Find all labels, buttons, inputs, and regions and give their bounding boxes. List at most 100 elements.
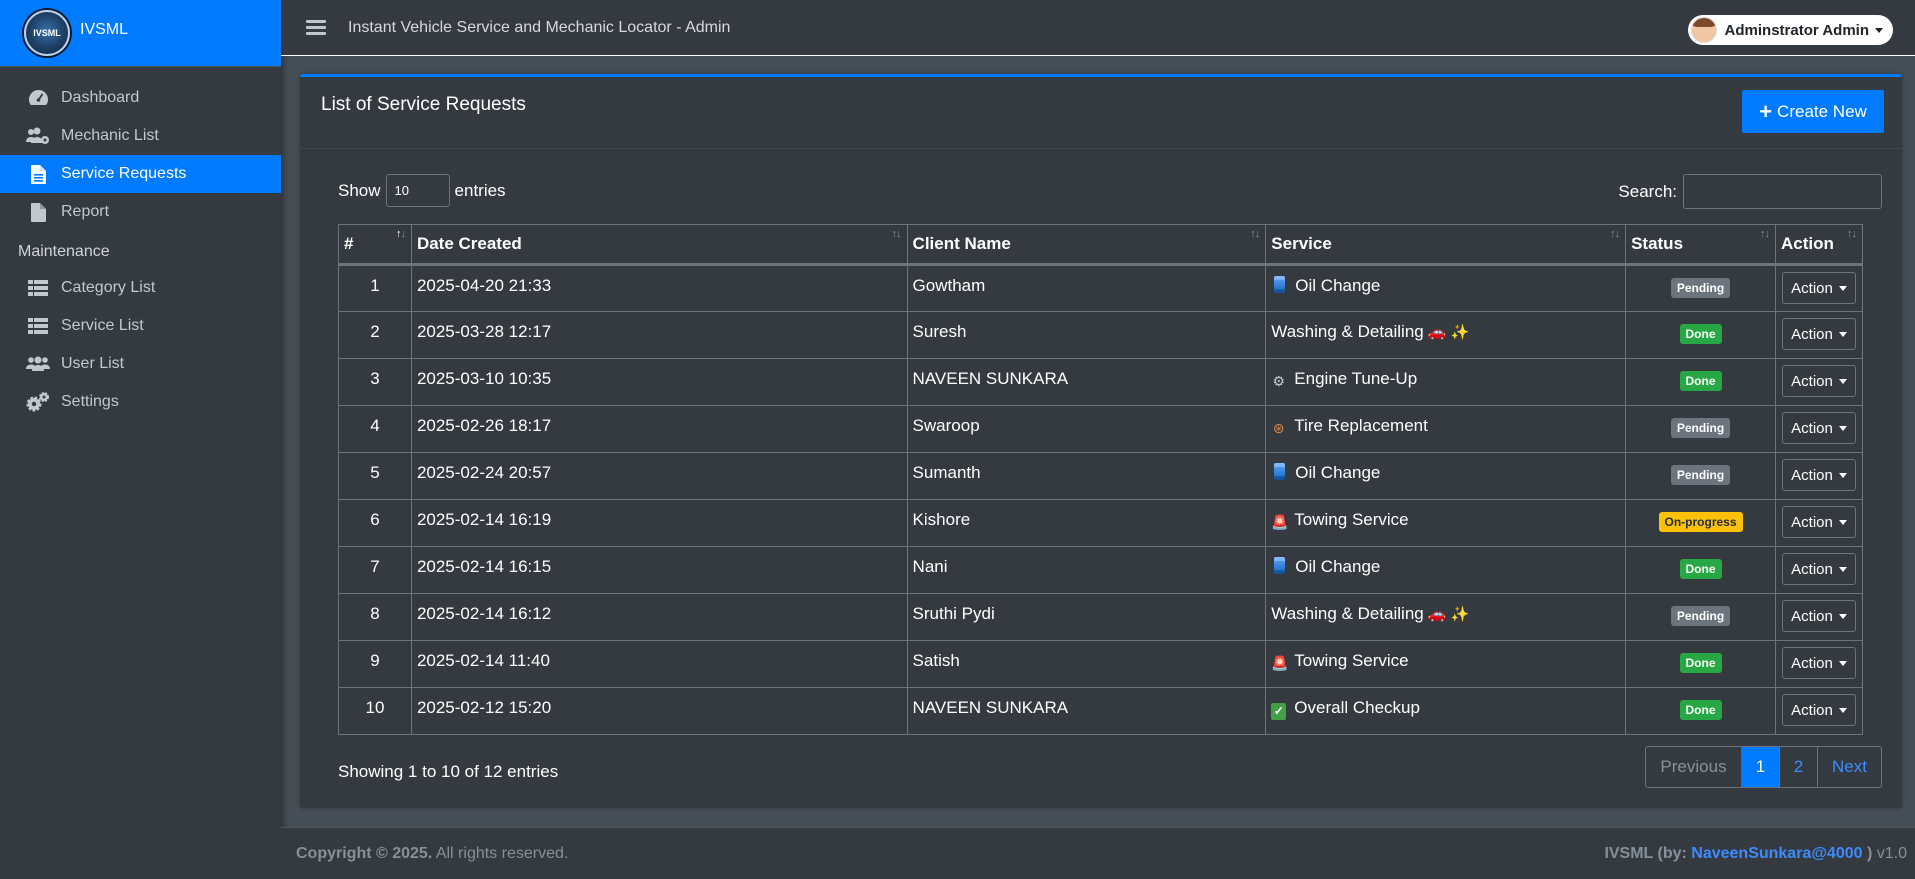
client-name: Swaroop [906,405,1267,453]
pagination: Previous 1 2 Next [1645,746,1882,788]
card-header: List of Service Requests + Create New [300,77,1902,149]
column-header-number[interactable]: # ↑↓ [338,224,412,266]
menu-toggle-icon[interactable] [306,17,326,38]
credit: IVSML (by: NaveenSunkara@4000 ) v1.0 [1604,845,1907,863]
action-label: Action [1791,279,1833,297]
column-header-action[interactable]: Action ↑↓ [1774,224,1864,266]
action-cell: Action [1774,405,1864,453]
service-name: Engine Tune-Up [1294,369,1418,388]
status-cell: Done [1625,687,1776,735]
service-requests-card: List of Service Requests + Create New Sh… [300,74,1902,808]
column-header-client-name[interactable]: Client Name ↑↓ [906,224,1267,266]
client-name: NAVEEN SUNKARA [906,358,1267,406]
date-created: 2025-02-14 11:40 [410,640,908,688]
show-label: Show [338,180,381,200]
date-created: 2025-02-14 16:12 [410,593,908,641]
sidebar-item-user-list[interactable]: User List [0,345,281,383]
car-icon: 🚗 [1427,606,1447,623]
plus-icon: + [1759,98,1773,124]
entries-per-page-value: 10 [394,183,409,198]
row-number: 6 [338,499,412,547]
sidebar-item-mechanic-list[interactable]: Mechanic List [0,117,281,155]
entries-per-page-select[interactable]: 10 [385,174,450,207]
status-cell: Done [1625,546,1776,594]
sort-icon: ↑↓ [891,228,902,240]
sidebar-item-service-list[interactable]: Service List [0,307,281,345]
action-dropdown-button[interactable]: Action [1782,365,1856,397]
status-cell: Pending [1625,452,1776,500]
cogs-icon [26,392,50,412]
chevron-down-icon [1875,27,1883,33]
table-row: 3 2025-03-10 10:35 NAVEEN SUNKARA ⚙ Engin… [338,358,1864,406]
action-dropdown-button[interactable]: Action [1782,459,1856,491]
action-dropdown-button[interactable]: Action [1782,412,1856,444]
table-row: 2 2025-03-28 12:17 Suresh Washing & Deta… [338,311,1864,359]
date-created: 2025-02-14 16:19 [410,499,908,547]
column-header-status[interactable]: Status ↑↓ [1625,224,1776,266]
row-number: 5 [338,452,412,500]
client-name: Satish [906,640,1267,688]
siren-icon: 🚨 [1271,514,1289,530]
brand-link[interactable]: IVSML IVSML [0,0,281,67]
table-row: 7 2025-02-14 16:15 Nani Oil Change Done … [338,546,1864,594]
status-cell: Done [1625,311,1776,359]
sidebar-item-label: Mechanic List [61,127,159,144]
table-row: 10 2025-02-12 15:20 NAVEEN SUNKARA ✓ Over… [338,687,1864,735]
page-1-button[interactable]: 1 [1741,747,1779,787]
action-dropdown-button[interactable]: Action [1782,506,1856,538]
service-requests-table: # ↑↓ Date Created ↑↓ Client Name ↑↓ Service… [338,224,1864,735]
sort-icon: ↑↓ [1250,228,1260,240]
column-header-label: Action [1780,234,1834,253]
status-badge: Done [1679,324,1722,344]
user-name: Adminstrator Admin [1724,21,1869,39]
sidebar-item-label: Category List [61,279,156,296]
column-header-date-created[interactable]: Date Created ↑↓ [410,224,908,266]
action-dropdown-button[interactable]: Action [1782,694,1856,726]
footer: Copyright © 2025. All rights reserved. I… [281,827,1915,879]
table-row: 4 2025-02-26 18:17 Swaroop ⊛ Tire Replace… [338,405,1864,453]
status-badge: Done [1679,559,1722,579]
chevron-down-icon [1838,472,1847,478]
create-new-button[interactable]: + Create New [1742,90,1884,133]
date-created: 2025-02-12 15:20 [410,687,908,735]
sparkles-icon: ✨ [1450,324,1470,341]
action-label: Action [1791,560,1833,578]
action-dropdown-button[interactable]: Action [1782,318,1856,350]
next-page-button[interactable]: Next [1817,747,1881,787]
service-cell: ⊛ Tire Replacement [1265,405,1627,453]
status-badge: Pending [1670,278,1731,298]
search-input[interactable] [1683,174,1882,209]
brand-name: IVSML [80,21,129,38]
row-number: 2 [338,311,412,359]
page-2-button[interactable]: 2 [1779,747,1817,787]
action-dropdown-button[interactable]: Action [1782,647,1856,679]
column-header-service[interactable]: Service ↑↓ [1265,224,1627,266]
status-badge: Done [1679,653,1722,673]
sidebar-item-label: User List [61,355,125,372]
sidebar-item-service-requests[interactable]: Service Requests [0,155,281,193]
sidebar-item-report[interactable]: Report [0,193,281,231]
table-row: 1 2025-04-20 21:33 Gowtham Oil Change Pe… [338,264,1864,312]
service-name: Oil Change [1295,557,1381,576]
table-header-row: # ↑↓ Date Created ↑↓ Client Name ↑↓ Service… [338,224,1864,266]
copyright-rest: All rights reserved. [432,844,569,862]
date-created: 2025-02-26 18:17 [410,405,908,453]
brand-logo-text: IVSML [33,28,61,38]
user-menu-button[interactable]: Adminstrator Admin [1687,15,1893,45]
previous-page-button[interactable]: Previous [1646,747,1741,787]
table-row: 8 2025-02-14 16:12 Sruthi Pydi Washing &… [338,593,1864,641]
tire-icon: ⊛ [1272,420,1285,436]
sidebar-item-dashboard[interactable]: Dashboard [0,79,281,117]
action-dropdown-button[interactable]: Action [1782,553,1856,585]
sidebar-item-settings[interactable]: Settings [0,383,281,421]
copyright: Copyright © 2025. All rights reserved. [296,845,568,863]
action-cell: Action [1774,546,1864,594]
sidebar-item-category-list[interactable]: Category List [0,269,281,307]
action-dropdown-button[interactable]: Action [1782,272,1856,304]
row-number: 3 [338,358,412,406]
column-header-label: # [344,234,354,253]
status-cell: On-progress [1625,499,1776,547]
author-link[interactable]: NaveenSunkara@4000 [1691,845,1862,862]
row-number: 8 [338,593,412,641]
action-dropdown-button[interactable]: Action [1782,600,1856,632]
